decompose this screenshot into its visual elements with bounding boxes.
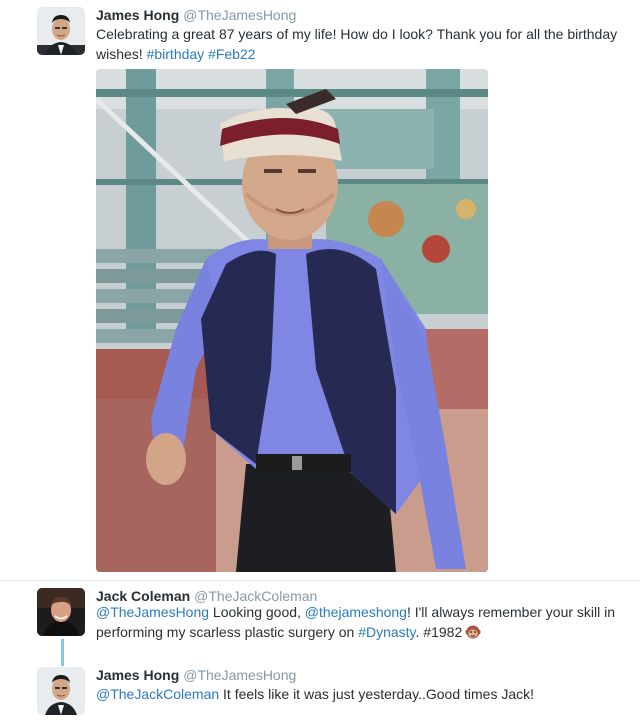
tweet-text: Celebrating a great 87 years of my life!… (96, 24, 621, 64)
photo-image (96, 69, 488, 572)
mention-link[interactable]: @TheJackColeman (96, 686, 219, 702)
tweet-text: @TheJamesHong Looking good, @thejameshon… (96, 602, 621, 645)
hashtag-link[interactable]: #Dynasty (358, 624, 415, 640)
author-name[interactable]: James Hong (96, 667, 179, 683)
text-segment: . #1982 (415, 624, 463, 640)
tweet: James Hong @TheJamesHong Celebrating a gr… (0, 0, 640, 580)
tweet: James Hong @TheJamesHong @TheJackColeman … (0, 662, 640, 727)
monkey-face-emoji-icon (465, 624, 481, 645)
author-handle[interactable]: @TheJamesHong (183, 667, 296, 683)
author-handle[interactable]: @TheJamesHong (183, 7, 296, 23)
tweet-text: @TheJackColeman It feels like it was jus… (96, 684, 621, 704)
avatar[interactable] (37, 667, 85, 715)
text-segment: It feels like it was just yesterday..Goo… (219, 686, 535, 702)
author-name[interactable]: James Hong (96, 7, 179, 23)
tweet-header: James Hong @TheJamesHong (96, 7, 296, 23)
avatar[interactable] (37, 7, 85, 55)
hashtag-link[interactable]: #Feb22 (208, 46, 255, 62)
avatar[interactable] (37, 588, 85, 636)
tweet: Jack Coleman @TheJackColeman @TheJamesHon… (0, 581, 640, 661)
hashtag-link[interactable]: #birthday (147, 46, 205, 62)
text-segment: Looking good, (209, 604, 305, 620)
mention-link[interactable]: @TheJamesHong (96, 604, 209, 620)
mention-link[interactable]: @thejameshong (305, 604, 407, 620)
tweet-photo[interactable] (96, 69, 488, 572)
tweet-header: James Hong @TheJamesHong (96, 667, 296, 683)
